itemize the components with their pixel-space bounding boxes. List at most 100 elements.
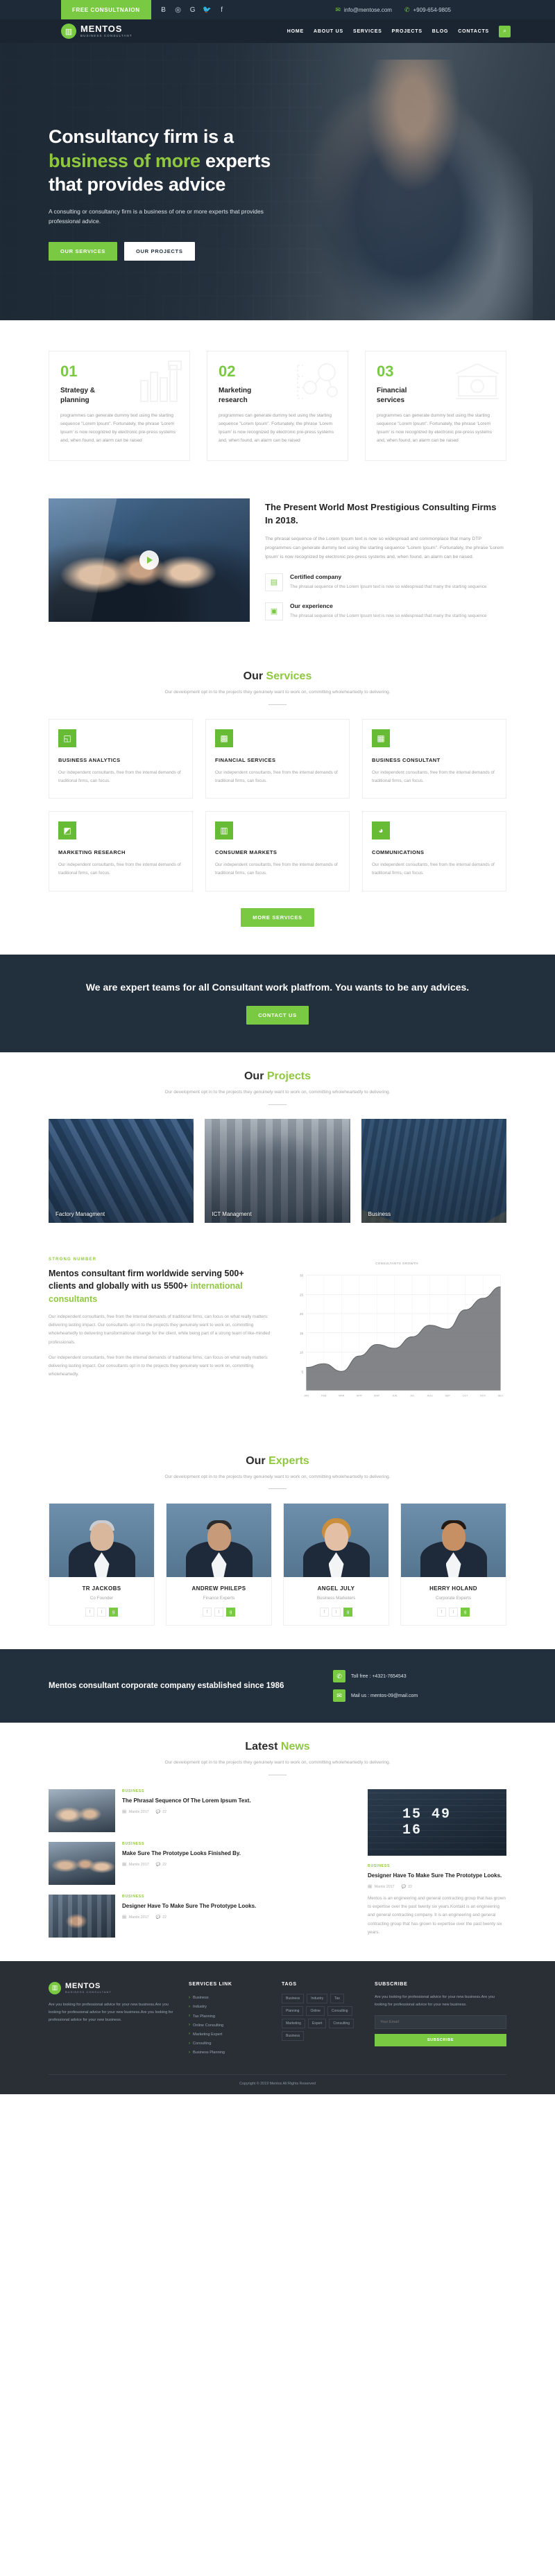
facebook-icon[interactable]: f: [203, 1608, 212, 1617]
news-item-meta: 🗓 Mantis 2017 💬 22: [122, 1863, 241, 1867]
news-list-item[interactable]: BUSINESS Designer Have To Make Sure The …: [49, 1894, 355, 1938]
hero-content: Consultancy firm is a business of more e…: [49, 43, 506, 261]
nav-item-about-us[interactable]: ABOUT US: [314, 29, 343, 34]
expert-card[interactable]: ANGEL JULY Business Marketers f t g: [283, 1503, 389, 1626]
topbar-phone[interactable]: ✆ +909-654-9805: [404, 6, 451, 14]
contact-band-email[interactable]: ✉ Mail us : mentos-09@mail.com: [333, 1689, 506, 1703]
projects-subtitle: Our development opt in to the projects t…: [164, 1090, 391, 1095]
news-featured-image: 15 49 16: [368, 1789, 506, 1856]
news-featured[interactable]: 15 49 16 BUSINESS Designer Have To Make …: [368, 1789, 506, 1938]
news-list: BUSINESS The Phrasal Sequence Of The Lor…: [49, 1789, 355, 1938]
calendar-icon: 🗓: [122, 1915, 127, 1920]
feature-card[interactable]: 01 Strategy & planning programmes can ge…: [49, 351, 190, 462]
feature-body: programmes can generate dummy text using…: [219, 413, 334, 444]
subscribe-button[interactable]: SUBSCRIBE: [375, 2034, 506, 2047]
hero-line-2-highlight: business of more: [49, 150, 200, 171]
google-plus-icon[interactable]: g: [461, 1608, 470, 1617]
about-feature-certified: ▤ Certified company The phrasal sequence…: [265, 573, 506, 591]
feature-card[interactable]: 02 Marketing research programmes can gen…: [207, 351, 348, 462]
footer-tag[interactable]: Planning: [282, 2005, 304, 2016]
services-title: Our Services: [49, 670, 506, 683]
free-consultation-button[interactable]: FREE CONSULTNAION: [61, 0, 151, 19]
contact-us-button[interactable]: CONTACT US: [246, 1006, 309, 1025]
footer-link[interactable]: Tax Planning: [189, 2012, 266, 2021]
service-card[interactable]: ▥ CONSUMER MARKETS Our independent consu…: [205, 811, 350, 891]
expert-card[interactable]: HERRY HOLAND Corporate Experts f t g: [400, 1503, 506, 1626]
footer-tag[interactable]: Tax: [330, 1993, 344, 2003]
footer-tag[interactable]: Expert: [307, 2018, 327, 2028]
footer-tag[interactable]: Consulting: [327, 2005, 352, 2016]
nav-item-home[interactable]: HOME: [287, 29, 304, 34]
twitter-icon[interactable]: t: [332, 1608, 341, 1617]
analytics-icon: ◱: [58, 729, 76, 747]
contact-band-phone[interactable]: ✆ Toll free : +4321-7654543: [333, 1670, 506, 1683]
footer-link[interactable]: Online Consulting: [189, 2021, 266, 2030]
svg-text:DEC: DEC: [498, 1394, 504, 1397]
footer-tag[interactable]: Business: [282, 1993, 305, 2003]
project-card[interactable]: Factory Managment: [49, 1118, 194, 1223]
facebook-icon[interactable]: f: [320, 1608, 329, 1617]
footer-link[interactable]: Business Planning: [189, 2048, 266, 2057]
news-list-item[interactable]: BUSINESS Make Sure The Prototype Looks F…: [49, 1841, 355, 1885]
footer-tag[interactable]: Online: [306, 2005, 325, 2016]
brand-logo[interactable]: ▥ MENTOS BUSINESS CONSULTANT: [0, 24, 133, 39]
certificate-icon: ▤: [265, 573, 283, 591]
service-title: CONSUMER MARKETS: [215, 849, 278, 856]
project-card[interactable]: Business: [361, 1118, 506, 1223]
footer-link[interactable]: Marketing Expert: [189, 2030, 266, 2039]
nav-item-projects[interactable]: PROJECTS: [392, 29, 422, 34]
contact-band-heading: Mentos consultant corporate company esta…: [49, 1681, 284, 1690]
google-plus-icon[interactable]: g: [226, 1608, 235, 1617]
hero-heading: Consultancy firm is a business of more e…: [49, 125, 506, 197]
footer-link[interactable]: Industry: [189, 2003, 266, 2012]
footer-tag[interactable]: Consulting: [329, 2018, 355, 2028]
more-services-button[interactable]: MORE SERVICES: [241, 907, 314, 927]
google-plus-icon[interactable]: g: [109, 1608, 118, 1617]
site-header: ▥ MENTOS BUSINESS CONSULTANT HOME ABOUT …: [0, 19, 555, 43]
service-card[interactable]: ◱ BUSINESS ANALYTICS Our independent con…: [49, 718, 193, 799]
footer-logo[interactable]: ▥ MENTOS BUSINESS CONSULTANT: [49, 1981, 173, 1994]
twitter-icon[interactable]: t: [214, 1608, 223, 1617]
twitter-icon[interactable]: t: [449, 1608, 458, 1617]
twitter-icon[interactable]: 🐦: [200, 0, 214, 19]
expert-card[interactable]: ANDREW PHILEPS Finance Experts f t g: [166, 1503, 272, 1626]
facebook-icon[interactable]: f: [437, 1608, 446, 1617]
project-card[interactable]: ICT Managment: [205, 1118, 350, 1223]
service-card[interactable]: ▩ FINANCIAL SERVICES Our independent con…: [205, 718, 350, 799]
expert-card[interactable]: TR JACKOBS Co Founder f t g: [49, 1503, 155, 1626]
experts-section: Our Experts Our development opt in to th…: [0, 1437, 555, 1650]
site-footer: ▥ MENTOS BUSINESS CONSULTANT Are you loo…: [0, 1960, 555, 2095]
feature-card[interactable]: 03 Financial services programmes can gen…: [365, 351, 506, 462]
footer-link[interactable]: Business: [189, 1994, 266, 2003]
our-services-button[interactable]: OUR SERVICES: [49, 241, 117, 261]
experience-icon: ▣: [265, 602, 283, 620]
service-title: COMMUNICATIONS: [372, 849, 425, 856]
nav-item-contacts[interactable]: CONTACTS: [458, 29, 489, 34]
service-card[interactable]: ◕ COMMUNICATIONS Our independent consult…: [362, 811, 506, 891]
footer-link[interactable]: Consulting: [189, 2039, 266, 2048]
search-icon[interactable]: ⌕: [499, 25, 511, 37]
facebook-icon[interactable]: f: [215, 0, 229, 19]
play-icon[interactable]: [139, 550, 159, 571]
behance-icon[interactable]: Ƀ: [157, 0, 171, 19]
nav-item-blog[interactable]: BLOG: [432, 29, 448, 34]
news-list-item[interactable]: BUSINESS The Phrasal Sequence Of The Lor…: [49, 1789, 355, 1832]
money-icon: ▩: [215, 729, 233, 747]
our-projects-button[interactable]: OUR PROJECTS: [123, 241, 195, 261]
footer-tag[interactable]: Marketing: [282, 2018, 305, 2028]
footer-tag[interactable]: Business: [282, 2030, 305, 2041]
nav-item-services[interactable]: SERVICES: [353, 29, 382, 34]
service-card[interactable]: ▦ BUSINESS CONSULTANT Our independent co…: [362, 718, 506, 799]
subscribe-email-input[interactable]: [375, 2015, 506, 2030]
twitter-icon[interactable]: t: [97, 1608, 106, 1617]
service-card[interactable]: ◩ MARKETING RESEARCH Our independent con…: [49, 811, 193, 891]
expert-name: TR JACKOBS: [82, 1585, 121, 1592]
footer-tag[interactable]: Industry: [307, 1993, 328, 2003]
contact-band-items: ✆ Toll free : +4321-7654543 ✉ Mail us : …: [333, 1670, 506, 1703]
topbar-email[interactable]: ✉ info@mentose.com: [335, 6, 392, 14]
google-plus-icon[interactable]: g: [343, 1608, 352, 1617]
about-video-thumbnail[interactable]: [49, 498, 250, 623]
dribbble-icon[interactable]: ◎: [171, 0, 185, 19]
google-plus-icon[interactable]: G: [186, 0, 200, 19]
facebook-icon[interactable]: f: [85, 1608, 94, 1617]
